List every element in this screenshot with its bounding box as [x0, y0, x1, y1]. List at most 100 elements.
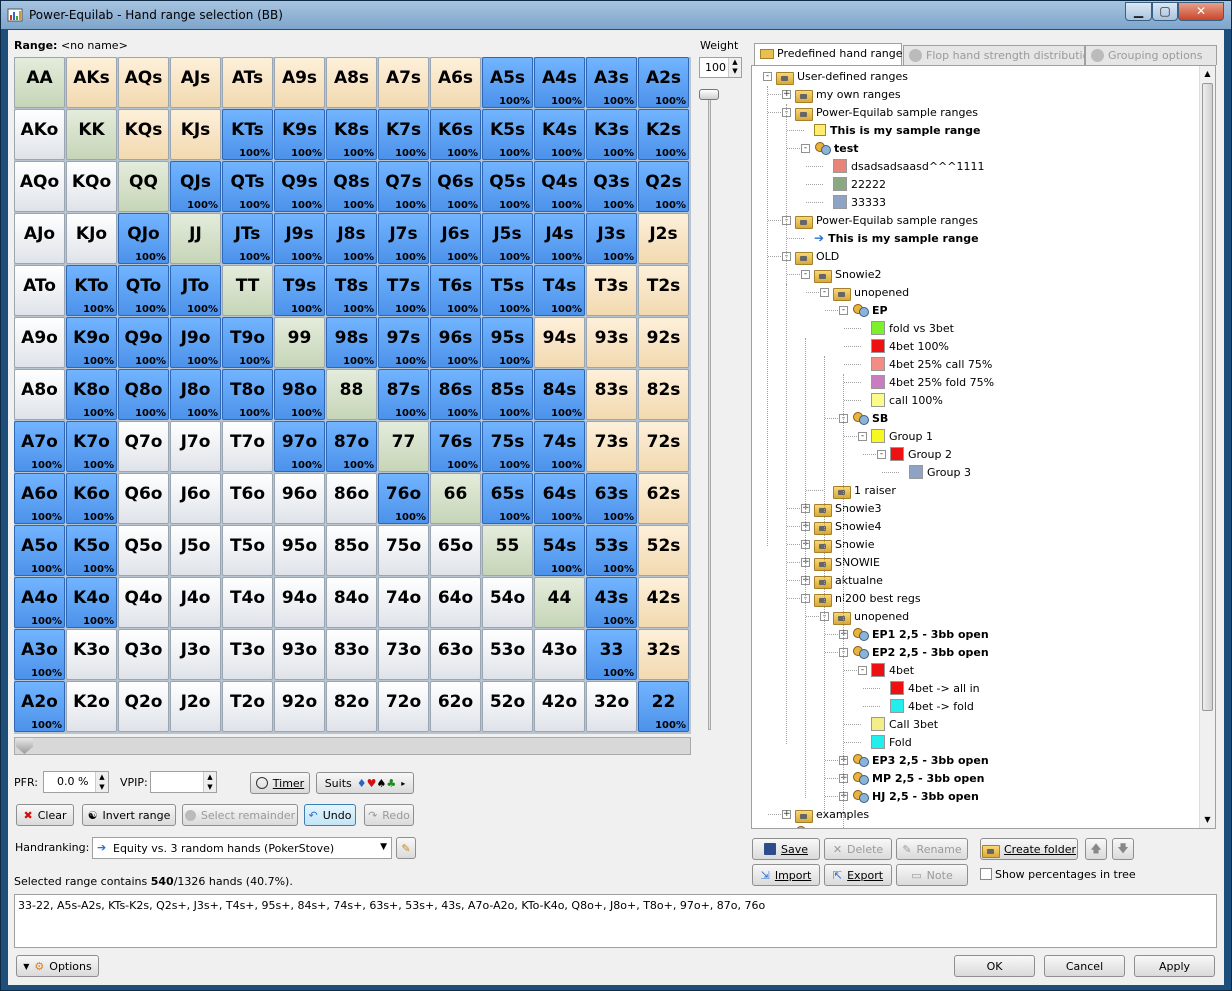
hand-cell[interactable]: 44 — [534, 577, 585, 628]
hand-cell[interactable]: A6o 100% — [14, 473, 65, 524]
tree-node[interactable]: EP — [852, 302, 888, 318]
hand-cell[interactable]: QTo 100% — [118, 265, 169, 316]
hand-cell[interactable]: KJo — [66, 213, 117, 264]
pfr-spinner[interactable]: ▲ ▼ — [95, 772, 108, 792]
hand-cell[interactable]: 75o — [378, 525, 429, 576]
hand-cell[interactable]: 54o — [482, 577, 533, 628]
hand-cell[interactable]: 42o — [534, 681, 585, 732]
hand-cell[interactable]: Q2o — [118, 681, 169, 732]
hand-cell[interactable]: A3o 100% — [14, 629, 65, 680]
hand-cell[interactable]: A8o — [14, 369, 65, 420]
range-text-area[interactable]: 33-22, A5s-A2s, KTs-K2s, Q2s+, J3s+, T4s… — [14, 894, 1217, 948]
tree-node[interactable]: examples — [795, 806, 869, 823]
hand-cell[interactable]: 54s 100% — [534, 525, 585, 576]
hand-cell[interactable]: A5s 100% — [482, 57, 533, 108]
hand-cell[interactable]: KQo — [66, 161, 117, 212]
hand-cell[interactable]: A7o 100% — [14, 421, 65, 472]
hand-cell[interactable]: 72s — [638, 421, 689, 472]
hand-cell[interactable]: 87s 100% — [378, 369, 429, 420]
hand-cell[interactable]: AJo — [14, 213, 65, 264]
hand-cell[interactable]: Q4s 100% — [534, 161, 585, 212]
tree-node[interactable]: This is my sample range — [814, 122, 980, 138]
tree-node[interactable]: Group 3 — [909, 464, 971, 480]
hand-cell[interactable]: T3o — [222, 629, 273, 680]
hand-cell[interactable]: 64s 100% — [534, 473, 585, 524]
collapse-icon[interactable]: - — [801, 270, 810, 279]
tab-flop-hand-strength[interactable]: Flop hand strength distribution — [903, 45, 1096, 65]
hand-cell[interactable]: 52o — [482, 681, 533, 732]
hand-cell[interactable]: A4s 100% — [534, 57, 585, 108]
hand-cell[interactable]: 53o — [482, 629, 533, 680]
weight-slider-track[interactable] — [708, 90, 711, 730]
hand-cell[interactable]: 76o 100% — [378, 473, 429, 524]
move-up-button[interactable]: 🡅 — [1085, 838, 1107, 860]
tab-predefined-hand-ranges[interactable]: Predefined hand ranges — [754, 43, 908, 66]
ok-button[interactable]: OK — [954, 955, 1035, 977]
collapse-icon[interactable]: - — [858, 666, 867, 675]
hand-cell[interactable]: 93s — [586, 317, 637, 368]
hand-cell[interactable]: J6s 100% — [430, 213, 481, 264]
hand-cell[interactable]: A2o 100% — [14, 681, 65, 732]
hand-cell[interactable]: Q3s 100% — [586, 161, 637, 212]
hand-cell[interactable]: Q9s 100% — [274, 161, 325, 212]
hand-cell[interactable]: AQo — [14, 161, 65, 212]
timer-button[interactable]: Timer — [250, 772, 310, 794]
hand-cell[interactable]: T8s 100% — [326, 265, 377, 316]
hand-cell[interactable]: Q7s 100% — [378, 161, 429, 212]
hand-cell[interactable]: A8s — [326, 57, 377, 108]
hand-cell[interactable]: TT — [222, 265, 273, 316]
hand-cell[interactable]: 62s — [638, 473, 689, 524]
hand-cell[interactable]: 32o — [586, 681, 637, 732]
hand-cell[interactable]: Q5o — [118, 525, 169, 576]
hand-cell[interactable]: J2o — [170, 681, 221, 732]
hand-cell[interactable]: K5s 100% — [482, 109, 533, 160]
tree-node[interactable]: Power-Equilab sample ranges — [795, 104, 978, 121]
hand-cell[interactable]: Q3o — [118, 629, 169, 680]
hand-cell[interactable]: A6s — [430, 57, 481, 108]
collapse-icon[interactable]: - — [858, 432, 867, 441]
invert-range-button[interactable]: ☯ Invert range — [82, 804, 176, 826]
hand-cell[interactable]: 63o — [430, 629, 481, 680]
hand-cell[interactable]: AQs — [118, 57, 169, 108]
hand-cell[interactable]: ATs — [222, 57, 273, 108]
hand-cell[interactable]: K6o 100% — [66, 473, 117, 524]
hand-cell[interactable]: J3o — [170, 629, 221, 680]
hand-cell[interactable]: T5s 100% — [482, 265, 533, 316]
tree-node[interactable]: HJ 2,5 - 3bb open — [852, 788, 979, 804]
hand-cell[interactable]: 32s — [638, 629, 689, 680]
hand-cell[interactable]: 97o 100% — [274, 421, 325, 472]
hand-cell[interactable]: QTs 100% — [222, 161, 273, 212]
hand-cell[interactable]: Q4o — [118, 577, 169, 628]
hand-cell[interactable]: K9o 100% — [66, 317, 117, 368]
maximize-button[interactable]: ▢ — [1152, 2, 1178, 21]
hand-cell[interactable]: K3o — [66, 629, 117, 680]
scroll-thumb[interactable] — [1202, 83, 1213, 711]
tree-node[interactable]: fold vs 3bet — [871, 320, 954, 336]
clear-button[interactable]: ✖ Clear — [16, 804, 74, 826]
hand-cell[interactable]: K8s 100% — [326, 109, 377, 160]
hand-cell[interactable]: Q6o — [118, 473, 169, 524]
tree-node[interactable]: ➔ This is my sample range — [814, 230, 979, 246]
hand-cell[interactable]: AA — [14, 57, 65, 108]
tree-node[interactable]: call 100% — [871, 392, 943, 408]
hand-cell[interactable]: 97s 100% — [378, 317, 429, 368]
tree-node[interactable]: EP2 2,5 - 3bb open — [852, 644, 989, 660]
predefined-ranges-tree[interactable]: - User-defined ranges + my own ranges - Power… — [751, 65, 1216, 829]
hand-cell[interactable]: 85o — [326, 525, 377, 576]
hand-cell[interactable]: J5s 100% — [482, 213, 533, 264]
hand-cell[interactable]: J8s 100% — [326, 213, 377, 264]
hand-cell[interactable]: J2s — [638, 213, 689, 264]
hand-cell[interactable]: 76s 100% — [430, 421, 481, 472]
tree-node[interactable]: 33333 — [833, 194, 886, 210]
cancel-button[interactable]: Cancel — [1044, 955, 1125, 977]
pfr-input[interactable]: 0.0 % ▲ ▼ — [43, 771, 109, 793]
tree-node[interactable]: EP1 2,5 - 3bb open — [852, 626, 989, 642]
move-down-button[interactable]: 🡇 — [1112, 838, 1134, 860]
hand-cell[interactable]: Q5s 100% — [482, 161, 533, 212]
hand-cell[interactable]: 43s 100% — [586, 577, 637, 628]
show-percentages-checkbox[interactable] — [980, 868, 992, 880]
hand-cell[interactable]: K2s 100% — [638, 109, 689, 160]
hand-cell[interactable]: 22 100% — [638, 681, 689, 732]
hand-cell[interactable]: KTs 100% — [222, 109, 273, 160]
hand-cell[interactable]: Q8o 100% — [118, 369, 169, 420]
